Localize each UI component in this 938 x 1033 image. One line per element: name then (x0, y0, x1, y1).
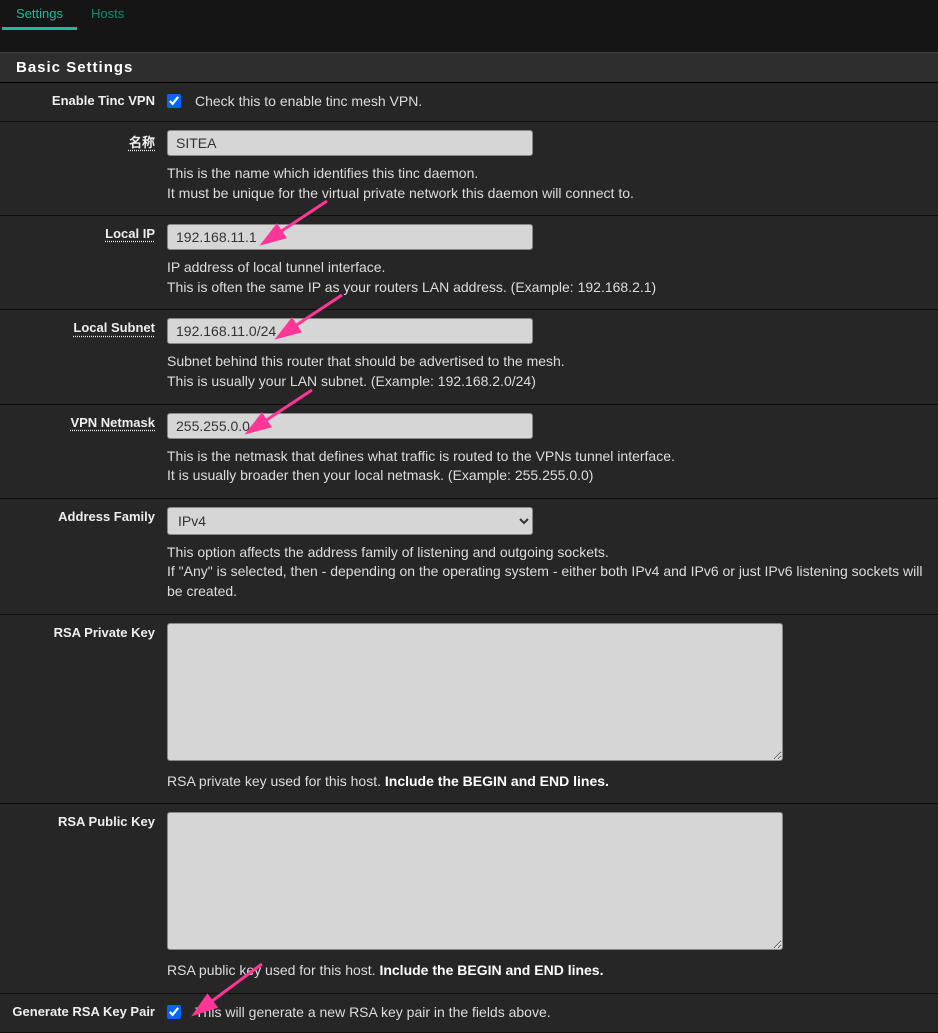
row-netmask: VPN Netmask This is the netmask that def… (0, 405, 938, 499)
help-rsapub: RSA public key used for this host. Inclu… (167, 961, 930, 981)
genkey-text: This will generate a new RSA key pair in… (195, 1004, 551, 1020)
help-localip-1: IP address of local tunnel interface. (167, 258, 930, 278)
help-addrfamily-2: If "Any" is selected, then - depending o… (167, 562, 930, 601)
textarea-rsapub[interactable] (167, 812, 783, 950)
input-localsubnet[interactable] (167, 318, 533, 344)
label-rsapriv: RSA Private Key (0, 615, 167, 804)
help-name-2: It must be unique for the virtual privat… (167, 184, 930, 204)
header-spacer (0, 30, 938, 52)
enable-text: Check this to enable tinc mesh VPN. (195, 93, 422, 109)
row-localip: Local IP IP address of local tunnel inte… (0, 216, 938, 310)
tab-hosts[interactable]: Hosts (77, 0, 138, 30)
row-rsapriv: RSA Private Key RSA private key used for… (0, 615, 938, 805)
row-rsapub: RSA Public Key RSA public key used for t… (0, 804, 938, 994)
textarea-rsapriv[interactable] (167, 623, 783, 761)
help-localip-2: This is often the same IP as your router… (167, 278, 930, 298)
tab-bar: Settings Hosts (0, 0, 938, 30)
help-addrfamily-1: This option affects the address family o… (167, 543, 930, 563)
label-netmask: VPN Netmask (70, 415, 155, 430)
help-localsubnet-1: Subnet behind this router that should be… (167, 352, 930, 372)
input-name[interactable] (167, 130, 533, 156)
label-localip: Local IP (105, 226, 155, 241)
row-enable: Enable Tinc VPN Check this to enable tin… (0, 83, 938, 122)
label-addrfamily: Address Family (0, 499, 167, 614)
label-name: 名称 (129, 135, 155, 150)
checkbox-enable[interactable] (167, 94, 181, 108)
row-addrfamily: Address Family IPv4 This option affects … (0, 499, 938, 615)
label-localsubnet: Local Subnet (73, 320, 155, 335)
help-netmask-1: This is the netmask that defines what tr… (167, 447, 930, 467)
help-name-1: This is the name which identifies this t… (167, 164, 930, 184)
input-netmask[interactable] (167, 413, 533, 439)
select-addrfamily[interactable]: IPv4 (167, 507, 533, 535)
checkbox-genkey[interactable] (167, 1005, 181, 1019)
help-localsubnet-2: This is usually your LAN subnet. (Exampl… (167, 372, 930, 392)
label-enable: Enable Tinc VPN (0, 83, 167, 121)
section-title: Basic Settings (0, 52, 938, 83)
row-genkey: Generate RSA Key Pair This will generate… (0, 994, 938, 1033)
label-rsapub: RSA Public Key (0, 804, 167, 993)
row-name: 名称 This is the name which identifies thi… (0, 122, 938, 216)
help-netmask-2: It is usually broader then your local ne… (167, 466, 930, 486)
label-genkey: Generate RSA Key Pair (0, 994, 167, 1032)
input-localip[interactable] (167, 224, 533, 250)
help-rsapriv: RSA private key used for this host. Incl… (167, 772, 930, 792)
row-localsubnet: Local Subnet Subnet behind this router t… (0, 310, 938, 404)
tab-settings[interactable]: Settings (2, 0, 77, 30)
